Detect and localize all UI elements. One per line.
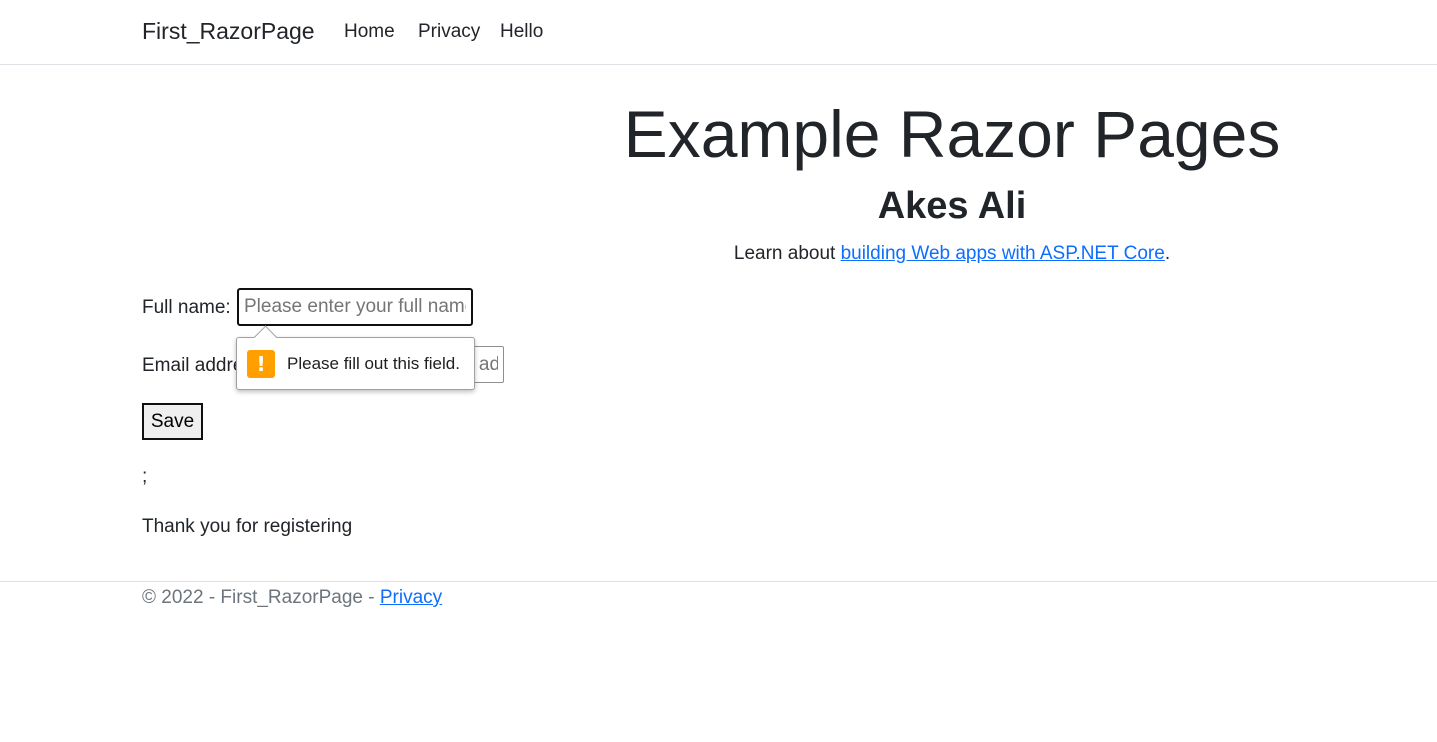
author-name: Akes Ali xyxy=(877,185,1027,227)
footer: © 2022 - First_RazorPage - Privacy xyxy=(142,585,442,611)
nav-home-link[interactable]: Home xyxy=(344,19,395,45)
learn-prefix: Learn about xyxy=(733,243,841,264)
tooltip-arrow xyxy=(253,325,278,350)
thank-you-message: Thank you for registering xyxy=(142,516,353,537)
warning-icon: ! xyxy=(247,350,275,378)
validation-message: Please fill out this field. xyxy=(287,354,460,373)
footer-divider xyxy=(0,581,1437,582)
semicolon-text: ; xyxy=(142,466,148,487)
fullname-input[interactable] xyxy=(237,288,473,326)
fullname-label: Full name: xyxy=(142,297,231,318)
nav-hello-link[interactable]: Hello xyxy=(500,19,543,45)
page-title: Example Razor Pages xyxy=(623,97,1281,171)
save-button[interactable]: Save xyxy=(142,403,203,440)
aspnet-docs-link[interactable]: building Web apps with ASP.NET Core xyxy=(841,243,1165,264)
learn-suffix: . xyxy=(1164,243,1171,264)
footer-copyright: © 2022 - First_RazorPage - xyxy=(142,587,380,608)
nav-privacy-link[interactable]: Privacy xyxy=(418,19,480,45)
navbar: First_RazorPage Home Privacy Hello xyxy=(0,0,1437,65)
footer-privacy-link[interactable]: Privacy xyxy=(380,587,442,608)
learn-about-text: Learn about building Web apps with ASP.N… xyxy=(440,241,1437,267)
validation-tooltip: ! Please fill out this field. xyxy=(236,325,475,390)
brand-link[interactable]: First_RazorPage xyxy=(142,16,315,46)
